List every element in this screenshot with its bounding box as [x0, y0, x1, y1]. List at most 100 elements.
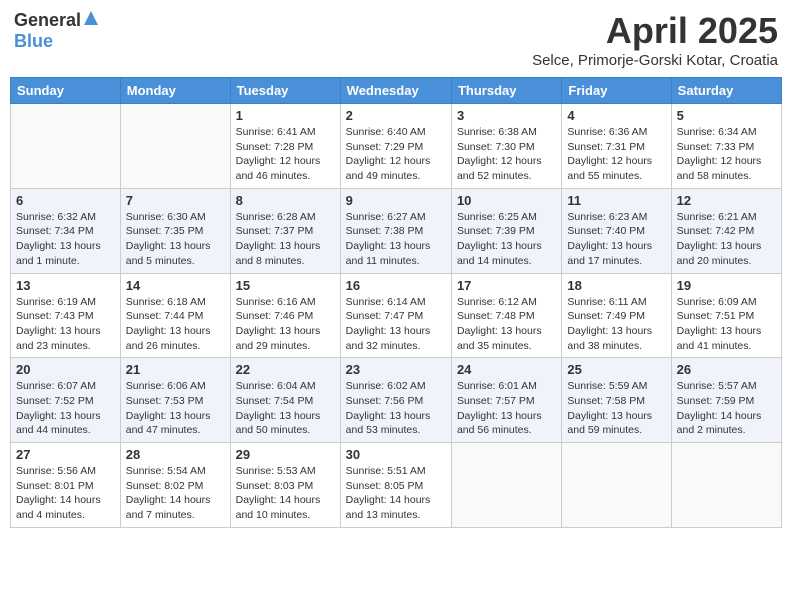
day-number: 20 [16, 362, 115, 377]
calendar-cell: 18 Sunrise: 6:11 AM Sunset: 7:49 PM Dayli… [562, 273, 671, 358]
day-number: 30 [346, 447, 446, 462]
calendar-week-row: 6 Sunrise: 6:32 AM Sunset: 7:34 PM Daylig… [11, 188, 782, 273]
calendar-cell: 1 Sunrise: 6:41 AM Sunset: 7:28 PM Daylig… [230, 104, 340, 189]
day-number: 7 [126, 193, 225, 208]
calendar-cell: 17 Sunrise: 6:12 AM Sunset: 7:48 PM Dayli… [451, 273, 561, 358]
day-number: 9 [346, 193, 446, 208]
day-number: 12 [677, 193, 776, 208]
calendar-cell: 19 Sunrise: 6:09 AM Sunset: 7:51 PM Dayli… [671, 273, 781, 358]
day-info: Sunrise: 6:06 AM Sunset: 7:53 PM Dayligh… [126, 379, 225, 438]
calendar-cell: 23 Sunrise: 6:02 AM Sunset: 7:56 PM Dayli… [340, 358, 451, 443]
day-info: Sunrise: 6:19 AM Sunset: 7:43 PM Dayligh… [16, 295, 115, 354]
calendar-week-row: 27 Sunrise: 5:56 AM Sunset: 8:01 PM Dayli… [11, 443, 782, 528]
calendar-cell: 11Sunrise: 6:23 AM Sunset: 7:40 PM Dayli… [562, 188, 671, 273]
day-info: Sunrise: 5:57 AM Sunset: 7:59 PM Dayligh… [677, 379, 776, 438]
weekday-header-sunday: Sunday [11, 78, 121, 104]
calendar-cell: 21 Sunrise: 6:06 AM Sunset: 7:53 PM Dayli… [120, 358, 230, 443]
calendar-cell: 29 Sunrise: 5:53 AM Sunset: 8:03 PM Dayli… [230, 443, 340, 528]
weekday-header-thursday: Thursday [451, 78, 561, 104]
day-info: Sunrise: 6:18 AM Sunset: 7:44 PM Dayligh… [126, 295, 225, 354]
page-header: General Blue April 2025 Selce, Primorje-… [10, 10, 782, 69]
day-info: Sunrise: 5:59 AM Sunset: 7:58 PM Dayligh… [567, 379, 665, 438]
day-number: 14 [126, 278, 225, 293]
day-info: Sunrise: 6:16 AM Sunset: 7:46 PM Dayligh… [236, 295, 335, 354]
calendar-week-row: 13 Sunrise: 6:19 AM Sunset: 7:43 PM Dayli… [11, 273, 782, 358]
location: Selce, Primorje-Gorski Kotar, Croatia [532, 52, 778, 69]
calendar-cell [671, 443, 781, 528]
day-info: Sunrise: 6:12 AM Sunset: 7:48 PM Dayligh… [457, 295, 556, 354]
day-info: Sunrise: 6:32 AM Sunset: 7:34 PM Dayligh… [16, 210, 115, 269]
day-info: Sunrise: 6:28 AM Sunset: 7:37 PM Dayligh… [236, 210, 335, 269]
day-number: 1 [236, 108, 335, 123]
calendar-cell [451, 443, 561, 528]
calendar-week-row: 20Sunrise: 6:07 AM Sunset: 7:52 PM Dayli… [11, 358, 782, 443]
day-number: 17 [457, 278, 556, 293]
calendar-cell: 15 Sunrise: 6:16 AM Sunset: 7:46 PM Dayli… [230, 273, 340, 358]
day-info: Sunrise: 6:41 AM Sunset: 7:28 PM Dayligh… [236, 125, 335, 184]
calendar-cell [120, 104, 230, 189]
day-number: 15 [236, 278, 335, 293]
calendar-cell: 8 Sunrise: 6:28 AM Sunset: 7:37 PM Daylig… [230, 188, 340, 273]
day-info: Sunrise: 6:23 AM Sunset: 7:40 PM Dayligh… [567, 210, 665, 269]
logo-general: General [14, 10, 81, 31]
weekday-header-wednesday: Wednesday [340, 78, 451, 104]
calendar-cell: 12 Sunrise: 6:21 AM Sunset: 7:42 PM Dayli… [671, 188, 781, 273]
day-number: 29 [236, 447, 335, 462]
calendar-cell: 22Sunrise: 6:04 AM Sunset: 7:54 PM Dayli… [230, 358, 340, 443]
calendar-cell: 16Sunrise: 6:14 AM Sunset: 7:47 PM Dayli… [340, 273, 451, 358]
day-number: 25 [567, 362, 665, 377]
calendar-cell: 10 Sunrise: 6:25 AM Sunset: 7:39 PM Dayli… [451, 188, 561, 273]
day-number: 18 [567, 278, 665, 293]
day-number: 6 [16, 193, 115, 208]
calendar-cell: 7 Sunrise: 6:30 AM Sunset: 7:35 PM Daylig… [120, 188, 230, 273]
day-info: Sunrise: 5:56 AM Sunset: 8:01 PM Dayligh… [16, 464, 115, 523]
calendar-cell: 9 Sunrise: 6:27 AM Sunset: 7:38 PM Daylig… [340, 188, 451, 273]
weekday-header-saturday: Saturday [671, 78, 781, 104]
calendar-cell: 6 Sunrise: 6:32 AM Sunset: 7:34 PM Daylig… [11, 188, 121, 273]
day-number: 21 [126, 362, 225, 377]
title-block: April 2025 Selce, Primorje-Gorski Kotar,… [532, 10, 778, 69]
calendar-cell [11, 104, 121, 189]
day-number: 8 [236, 193, 335, 208]
calendar-cell: 14 Sunrise: 6:18 AM Sunset: 7:44 PM Dayli… [120, 273, 230, 358]
calendar-cell: 28Sunrise: 5:54 AM Sunset: 8:02 PM Dayli… [120, 443, 230, 528]
calendar-cell: 30 Sunrise: 5:51 AM Sunset: 8:05 PM Dayli… [340, 443, 451, 528]
calendar-week-row: 1 Sunrise: 6:41 AM Sunset: 7:28 PM Daylig… [11, 104, 782, 189]
day-number: 13 [16, 278, 115, 293]
day-info: Sunrise: 6:40 AM Sunset: 7:29 PM Dayligh… [346, 125, 446, 184]
calendar-cell: 24 Sunrise: 6:01 AM Sunset: 7:57 PM Dayli… [451, 358, 561, 443]
calendar-cell: 3Sunrise: 6:38 AM Sunset: 7:30 PM Daylig… [451, 104, 561, 189]
day-number: 26 [677, 362, 776, 377]
day-info: Sunrise: 6:09 AM Sunset: 7:51 PM Dayligh… [677, 295, 776, 354]
day-number: 24 [457, 362, 556, 377]
day-number: 22 [236, 362, 335, 377]
day-number: 2 [346, 108, 446, 123]
day-info: Sunrise: 5:53 AM Sunset: 8:03 PM Dayligh… [236, 464, 335, 523]
day-number: 27 [16, 447, 115, 462]
day-number: 19 [677, 278, 776, 293]
calendar-cell [562, 443, 671, 528]
logo-triangle-icon [83, 10, 99, 31]
day-info: Sunrise: 6:27 AM Sunset: 7:38 PM Dayligh… [346, 210, 446, 269]
day-number: 5 [677, 108, 776, 123]
calendar-cell: 13 Sunrise: 6:19 AM Sunset: 7:43 PM Dayli… [11, 273, 121, 358]
calendar-cell: 20Sunrise: 6:07 AM Sunset: 7:52 PM Dayli… [11, 358, 121, 443]
weekday-header-friday: Friday [562, 78, 671, 104]
calendar-cell: 2 Sunrise: 6:40 AM Sunset: 7:29 PM Daylig… [340, 104, 451, 189]
day-info: Sunrise: 5:51 AM Sunset: 8:05 PM Dayligh… [346, 464, 446, 523]
calendar-cell: 26 Sunrise: 5:57 AM Sunset: 7:59 PM Dayli… [671, 358, 781, 443]
weekday-header-monday: Monday [120, 78, 230, 104]
calendar-cell: 4Sunrise: 6:36 AM Sunset: 7:31 PM Daylig… [562, 104, 671, 189]
day-info: Sunrise: 6:02 AM Sunset: 7:56 PM Dayligh… [346, 379, 446, 438]
day-number: 10 [457, 193, 556, 208]
day-info: Sunrise: 6:11 AM Sunset: 7:49 PM Dayligh… [567, 295, 665, 354]
day-info: Sunrise: 6:38 AM Sunset: 7:30 PM Dayligh… [457, 125, 556, 184]
day-info: Sunrise: 6:25 AM Sunset: 7:39 PM Dayligh… [457, 210, 556, 269]
day-info: Sunrise: 6:21 AM Sunset: 7:42 PM Dayligh… [677, 210, 776, 269]
day-info: Sunrise: 6:30 AM Sunset: 7:35 PM Dayligh… [126, 210, 225, 269]
day-number: 23 [346, 362, 446, 377]
day-info: Sunrise: 6:01 AM Sunset: 7:57 PM Dayligh… [457, 379, 556, 438]
weekday-header-row: SundayMondayTuesdayWednesdayThursdayFrid… [11, 78, 782, 104]
day-info: Sunrise: 5:54 AM Sunset: 8:02 PM Dayligh… [126, 464, 225, 523]
day-info: Sunrise: 6:14 AM Sunset: 7:47 PM Dayligh… [346, 295, 446, 354]
